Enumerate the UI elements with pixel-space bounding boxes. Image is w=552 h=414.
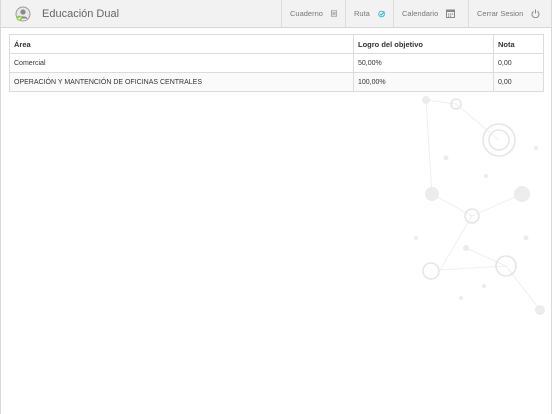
table-header-row: Área Logro del objetivo Nota xyxy=(9,34,544,54)
nav-bar: Cuaderno Ruta Calendario Cerrar Sesion xyxy=(281,0,551,27)
column-header-nota[interactable]: Nota xyxy=(493,34,544,54)
nav-calendario[interactable]: Calendario xyxy=(393,0,468,27)
nav-cuaderno[interactable]: Cuaderno xyxy=(281,0,345,27)
cell-logro: 100,00% xyxy=(353,72,494,92)
user-check-icon xyxy=(15,6,31,22)
cell-nota: 0,00 xyxy=(493,72,544,92)
brand: Educación Dual xyxy=(1,0,281,27)
background-network-decoration xyxy=(414,96,545,315)
calendar-icon xyxy=(446,9,456,18)
nav-cuaderno-label: Cuaderno xyxy=(290,9,323,18)
top-bar: Educación Dual Cuaderno Ruta Calendario xyxy=(1,0,551,28)
cell-area: Comercial xyxy=(9,53,354,73)
cell-logro: 50,00% xyxy=(353,53,494,73)
nav-ruta[interactable]: Ruta xyxy=(345,0,393,27)
column-header-area[interactable]: Área xyxy=(9,34,354,54)
cell-nota: 0,00 xyxy=(493,53,544,73)
notebook-icon xyxy=(330,10,337,17)
objectives-table: Área Logro del objetivo Nota Comercial 5… xyxy=(9,34,544,92)
table-row[interactable]: OPERACIÓN Y MANTENCIÓN DE OFICINAS CENTR… xyxy=(9,72,544,92)
nav-calendario-label: Calendario xyxy=(402,9,439,18)
power-icon xyxy=(531,9,540,18)
nav-ruta-label: Ruta xyxy=(354,9,370,18)
nav-cerrar-sesion-label: Cerrar Sesion xyxy=(477,9,524,18)
app-title: Educación Dual xyxy=(42,7,120,20)
column-header-logro[interactable]: Logro del objetivo xyxy=(353,34,494,54)
nav-cerrar-sesion[interactable]: Cerrar Sesion xyxy=(468,0,551,27)
check-circle-icon xyxy=(378,10,385,17)
cell-area: OPERACIÓN Y MANTENCIÓN DE OFICINAS CENTR… xyxy=(9,72,354,92)
table-row[interactable]: Comercial 50,00% 0,00 xyxy=(9,53,544,73)
